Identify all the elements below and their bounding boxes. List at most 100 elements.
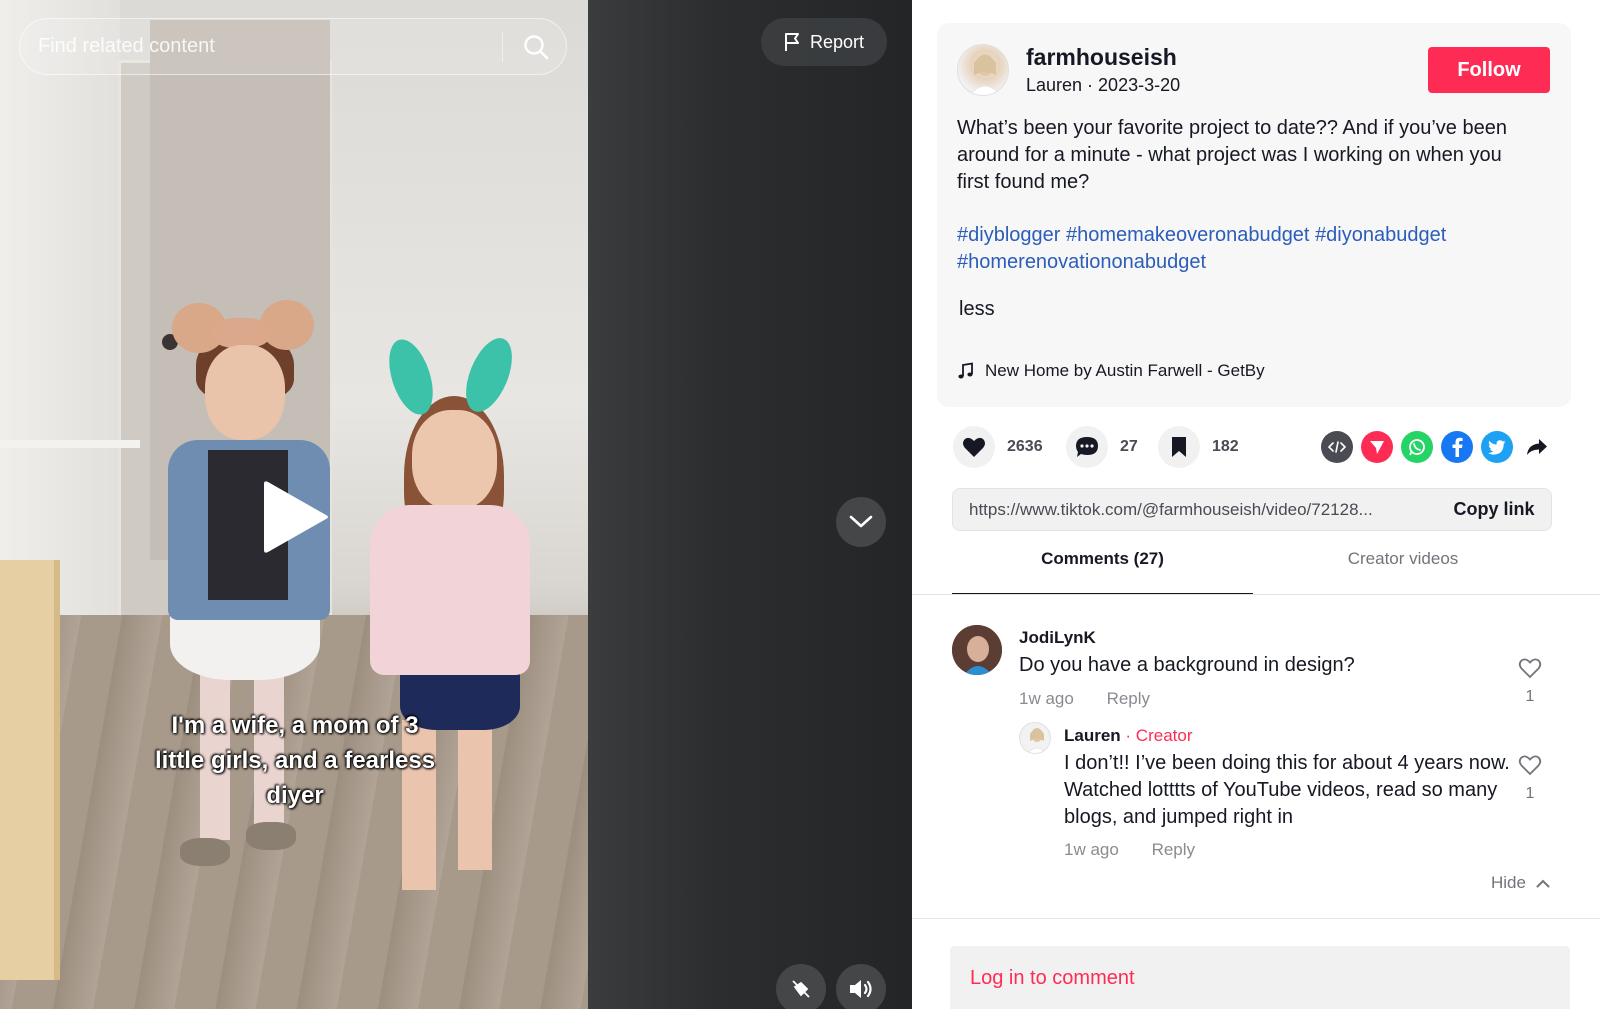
caption-line: little girls, and a fearless: [154, 747, 436, 774]
reply-time: 1w ago: [1064, 840, 1119, 859]
reply-like-button[interactable]: 1: [1516, 754, 1544, 803]
reply-text: I don’t!! I’ve been doing this for about…: [1064, 752, 1510, 828]
follow-button[interactable]: Follow: [1428, 47, 1550, 93]
girl-one-bow: [212, 318, 270, 348]
next-video-button[interactable]: [836, 497, 886, 547]
search-divider: [502, 32, 503, 62]
scene-shelf: [0, 560, 60, 980]
whatsapp-glyph: [1409, 439, 1425, 456]
author-nickname-date: Lauren · 2023-3-20: [1026, 75, 1181, 95]
reply-username[interactable]: Lauren: [1064, 726, 1121, 745]
volume-icon: [850, 980, 872, 998]
heart-outline-icon: [1518, 755, 1542, 776]
hashtag-link[interactable]: #diyonabudget: [1315, 224, 1446, 246]
play-button[interactable]: [262, 478, 332, 556]
caption-line: I'm a wife, a mom of 3: [171, 712, 419, 739]
report-label: Report: [809, 31, 865, 52]
tabs-divider: [912, 594, 1600, 595]
login-to-comment-box[interactable]: Log in to comment: [950, 946, 1570, 1009]
reply-button[interactable]: Reply: [1107, 689, 1150, 708]
girl-one-shoe: [180, 838, 230, 866]
tab-creator-videos-label: Creator videos: [1347, 549, 1459, 568]
video-link-url[interactable]: https://www.tiktok.com/@farmhouseish/vid…: [969, 500, 1419, 520]
avatar[interactable]: [952, 625, 1002, 675]
post-info-card: farmhouseish Lauren · 2023-3-20 Follow W…: [937, 23, 1571, 407]
embed-icon[interactable]: [1321, 431, 1353, 463]
hashtag-link[interactable]: #diyblogger: [957, 224, 1060, 246]
login-to-comment-link[interactable]: Log in to comment: [970, 967, 1135, 990]
music-title: New Home by Austin Farwell - GetBy: [985, 361, 1265, 380]
search-input[interactable]: [38, 19, 498, 73]
comment-footer-divider: [912, 918, 1600, 919]
author-avatar[interactable]: [957, 44, 1009, 96]
whatsapp-icon[interactable]: [1401, 431, 1433, 463]
search-bar: [19, 18, 567, 75]
comment-bubble-icon: [1076, 437, 1098, 457]
facebook-glyph: [1452, 437, 1463, 457]
tab-creator-videos[interactable]: Creator videos: [1253, 549, 1553, 595]
avatar[interactable]: [1019, 722, 1051, 754]
send-glyph: [1370, 441, 1384, 454]
creator-badge: Creator: [1135, 726, 1193, 745]
reply-separator: ·: [1120, 726, 1136, 745]
reply-button[interactable]: Reply: [1152, 840, 1195, 859]
music-note-icon: [958, 362, 973, 379]
comment-like-button[interactable]: 1: [1516, 657, 1544, 706]
reply-like-count: 1: [1525, 785, 1535, 802]
volume-button[interactable]: [836, 964, 886, 1009]
play-icon: [264, 481, 328, 553]
facebook-icon[interactable]: [1441, 431, 1473, 463]
like-action[interactable]: 2636: [953, 426, 1043, 468]
send-icon[interactable]: [1361, 431, 1393, 463]
save-action[interactable]: 182: [1158, 426, 1239, 468]
share-arrow-icon[interactable]: [1521, 431, 1553, 463]
heart-outline-icon: [1518, 658, 1542, 679]
chevron-up-icon: [1536, 879, 1550, 887]
music-link[interactable]: New Home by Austin Farwell - GetBy: [957, 361, 1265, 381]
search-icon: [524, 35, 549, 60]
reply-username-row: Lauren · Creator: [1064, 726, 1192, 746]
comment-action[interactable]: 27: [1066, 426, 1138, 468]
bookmark-icon: [1172, 437, 1186, 457]
video-pane: I'm a wife, a mom of 3 little girls, and…: [0, 0, 912, 1009]
save-button[interactable]: [1158, 426, 1200, 468]
video-caption: I'm a wife, a mom of 3 little girls, and…: [130, 708, 460, 813]
hide-label: Hide: [1491, 873, 1526, 892]
like-count: 2636: [1007, 438, 1043, 455]
girl-two-leg: [458, 720, 492, 870]
scene-wainscot: [0, 440, 140, 448]
tab-comments[interactable]: Comments (27): [952, 549, 1253, 595]
video-link-box: https://www.tiktok.com/@farmhouseish/vid…: [952, 488, 1552, 531]
comment-meta: 1w ago Reply: [1019, 689, 1178, 709]
girl-one-face: [205, 345, 285, 440]
less-toggle[interactable]: less: [959, 298, 995, 321]
video-player[interactable]: I'm a wife, a mom of 3 little girls, and…: [0, 0, 588, 1009]
girl-two-face: [412, 410, 497, 510]
report-button[interactable]: Report: [761, 18, 887, 66]
reply-meta: 1w ago Reply: [1064, 840, 1223, 860]
hashtag-list: #diyblogger #homemakeoveronabudget #diyo…: [957, 222, 1537, 276]
tab-comments-label: Comments (27): [1041, 549, 1164, 568]
search-button[interactable]: [516, 28, 556, 66]
twitter-icon[interactable]: [1481, 431, 1513, 463]
like-button[interactable]: [953, 426, 995, 468]
hashtag-link[interactable]: #homerenovationonabudget: [957, 251, 1206, 273]
comment-username[interactable]: JodiLynK: [1019, 628, 1096, 648]
commenter-avatar-image: [952, 625, 1002, 675]
hashtag-link[interactable]: #homemakeoveronabudget: [1066, 224, 1310, 246]
creator-avatar-image: [1027, 728, 1047, 753]
embed-glyph: [1328, 441, 1346, 453]
hide-replies-button[interactable]: Hide: [1491, 873, 1550, 893]
comment-button[interactable]: [1066, 426, 1108, 468]
copy-link-button[interactable]: Copy link: [1435, 489, 1553, 530]
heart-icon: [963, 437, 985, 457]
author-avatar-image: [969, 54, 1001, 95]
share-arrow-glyph: [1527, 439, 1547, 455]
save-count: 182: [1212, 438, 1239, 455]
flag-icon: [784, 33, 799, 51]
comment-count: 27: [1120, 438, 1138, 455]
comment-text: Do you have a background in design?: [1019, 654, 1355, 676]
author-username[interactable]: farmhouseish: [1026, 44, 1177, 71]
floating-player-button[interactable]: [776, 964, 826, 1009]
twitter-glyph: [1488, 439, 1506, 455]
